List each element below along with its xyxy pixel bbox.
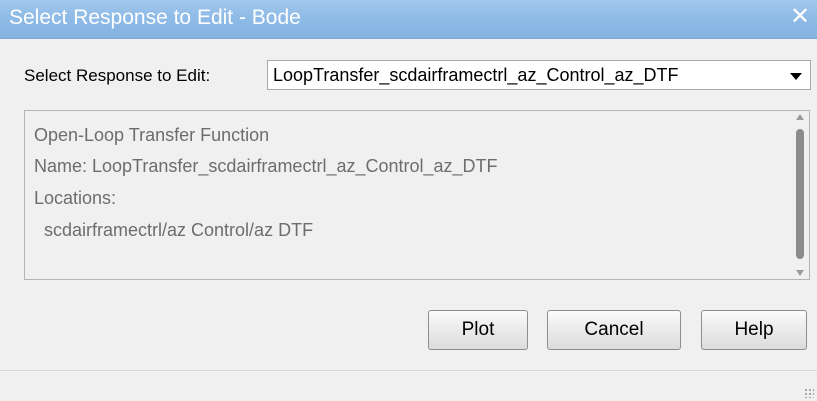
info-line-locations-heading: Locations: [34,188,117,208]
response-dropdown[interactable]: LoopTransfer_scdairframectrl_az_Control_… [267,60,811,90]
dialog-window: Select Response to Edit - Bode ✕ Select … [0,0,817,401]
close-icon[interactable]: ✕ [787,4,813,30]
info-line-name: Name: LoopTransfer_scdairframectrl_az_Co… [34,156,498,176]
status-bar [0,370,817,401]
plot-button[interactable]: Plot [428,310,528,350]
info-line-location-path: scdairframectrl/az Control/az DTF [34,220,314,240]
response-info-panel: Open-Loop Transfer Function Name: LoopTr… [24,110,810,280]
title-bar[interactable]: Select Response to Edit - Bode ✕ [0,0,817,39]
scroll-down-icon[interactable] [796,270,804,276]
resize-grip-icon[interactable] [804,388,814,398]
select-response-label: Select Response to Edit: [24,66,211,85]
info-scrollbar[interactable] [792,111,809,279]
help-button[interactable]: Help [701,310,807,350]
cancel-button[interactable]: Cancel [547,310,681,350]
chevron-down-icon[interactable] [790,73,802,80]
scroll-thumb[interactable] [796,129,804,259]
scroll-up-icon[interactable] [796,114,804,120]
response-dropdown-value: LoopTransfer_scdairframectrl_az_Control_… [273,65,679,85]
window-title: Select Response to Edit - Bode [9,6,301,29]
info-line-type: Open-Loop Transfer Function [34,125,270,145]
